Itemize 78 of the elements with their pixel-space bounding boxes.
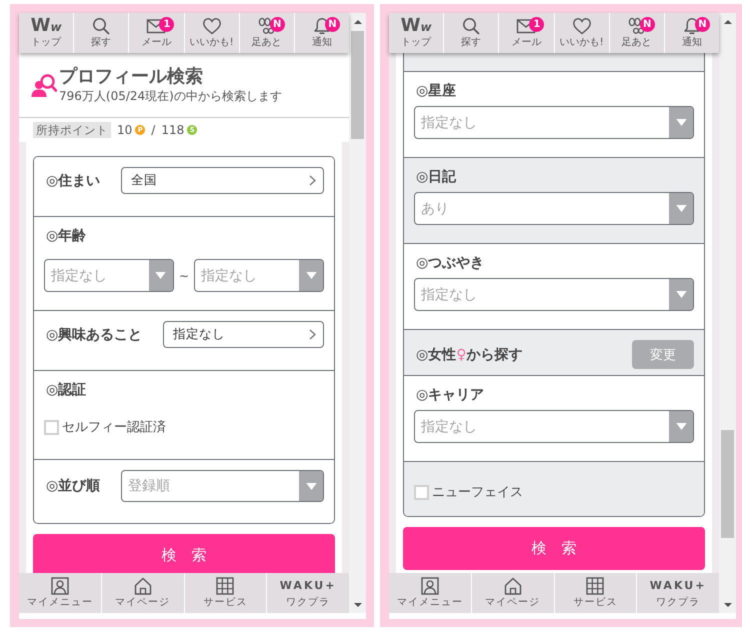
nav-item[interactable]: Ww トップ (19, 13, 74, 53)
count-badge: 1 (529, 17, 544, 32)
count-badge: N (694, 17, 710, 32)
count-badge: N (270, 17, 285, 32)
field-label: ◎認証 (46, 381, 88, 399)
field-label: ◎女性♀から探す (416, 346, 522, 364)
field-label: ◎並び順 (46, 477, 100, 495)
nav-item[interactable]: N 通知 (664, 13, 719, 53)
nav-item[interactable]: N 足あと (240, 13, 294, 53)
nav-item[interactable]: N 通知 (294, 13, 349, 53)
envelope-icon (516, 17, 536, 35)
field-label: ◎つぶやき (416, 254, 486, 272)
field-label: ◎星座 (416, 82, 458, 100)
checkbox[interactable] (44, 420, 59, 434)
scrollbar-thumb[interactable] (351, 31, 364, 139)
range-separator: ~ (178, 268, 190, 282)
scrollbar[interactable] (349, 13, 366, 613)
points-label: 所持ポイント (33, 122, 111, 138)
nav-item[interactable]: いいかも! (554, 13, 609, 53)
separator-text: / (151, 122, 156, 138)
nav-item[interactable]: サービス (184, 573, 266, 613)
nav-item[interactable]: Ww トップ (389, 13, 444, 53)
service-logo: WAKU+ (280, 578, 336, 594)
page-title: プロフィール検索 (59, 66, 204, 88)
nav-item[interactable]: マイメニュー (389, 573, 471, 613)
chevron-right-icon (309, 175, 316, 186)
house-icon (134, 577, 152, 595)
nav-item[interactable]: サービス (554, 573, 636, 613)
envelope-icon (146, 17, 166, 35)
field-label: ◎日記 (416, 168, 458, 186)
down-arrow-icon (354, 603, 362, 607)
nav-item[interactable]: いいかも! (184, 13, 239, 53)
person-frame-icon (420, 577, 439, 595)
person-search-icon (31, 73, 57, 97)
nav-item[interactable]: 1 メール (129, 13, 184, 53)
nav-item[interactable]: WAKU+ ワクプラ (267, 573, 349, 613)
point-amount: 118 (161, 122, 184, 138)
search-button[interactable]: 検 索 (33, 534, 335, 573)
nav-item[interactable]: 1 メール (499, 13, 554, 53)
count-badge: N (324, 17, 340, 32)
nav-item[interactable]: N 足あと (610, 13, 664, 53)
search-icon (461, 17, 482, 35)
nav-item[interactable]: 探す (74, 13, 128, 53)
point-amount: 10 (117, 122, 132, 138)
scrollbar[interactable] (719, 13, 736, 613)
grid-icon (586, 577, 604, 595)
search-icon (91, 17, 112, 35)
nav-item[interactable]: マイページ (472, 573, 554, 613)
page-subtitle: 796万人(05/24現在)の中から検索します (59, 88, 282, 104)
chevron-right-icon (309, 329, 316, 340)
service-logo: WAKU+ (650, 578, 706, 594)
up-arrow-icon (354, 20, 362, 24)
heart-icon (202, 17, 222, 35)
count-badge: N (640, 17, 655, 32)
down-arrow-icon (724, 603, 732, 607)
nav-item[interactable]: WAKU+ ワクプラ (637, 573, 719, 613)
nav-item[interactable]: 探す (444, 13, 498, 53)
nav-item[interactable]: マイページ (102, 573, 184, 613)
nav-item[interactable]: マイメニュー (19, 573, 101, 613)
picker-field[interactable]: 指定なし (163, 321, 324, 348)
field-label: ◎興味あること (46, 326, 142, 344)
grid-icon (216, 577, 234, 595)
checkbox-label[interactable]: ニューフェイス (432, 483, 523, 501)
picker-field[interactable]: 全国 (121, 167, 324, 194)
site-logo: Ww (400, 17, 432, 35)
field-label: ◎キャリア (416, 386, 486, 404)
up-arrow-icon (724, 20, 732, 24)
count-badge: 1 (159, 17, 174, 32)
field-label: ◎年齢 (46, 227, 88, 245)
house-icon (504, 577, 522, 595)
checkbox-label[interactable]: セルフィー認証済 (62, 418, 166, 436)
heart-icon (572, 17, 592, 35)
scrollbar-thumb[interactable] (721, 430, 734, 538)
person-frame-icon (50, 577, 69, 595)
checkbox[interactable] (414, 484, 429, 500)
field-label: ◎住まい (46, 172, 100, 190)
search-button[interactable]: 検 索 (403, 527, 705, 570)
site-logo: Ww (30, 17, 62, 35)
